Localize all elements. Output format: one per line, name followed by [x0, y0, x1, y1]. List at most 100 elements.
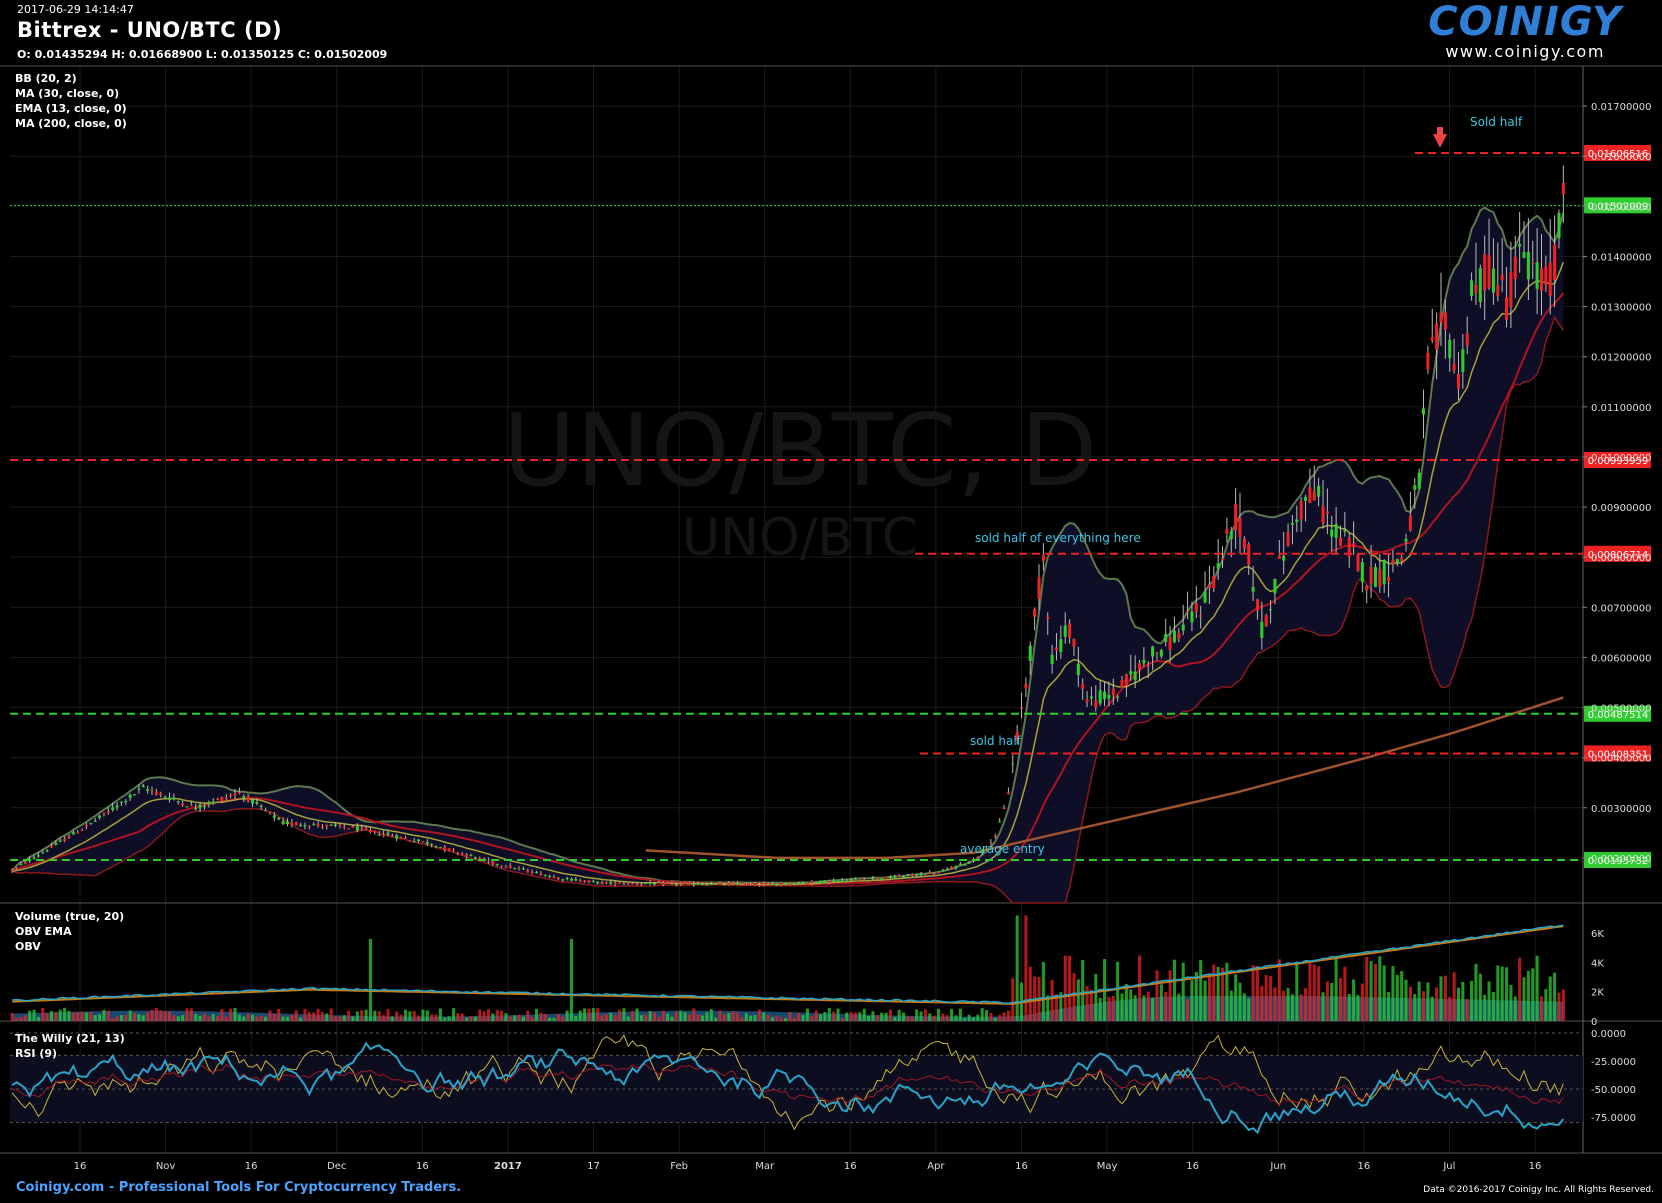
candle-down: [368, 830, 373, 832]
candle-down: [1006, 792, 1010, 795]
volume-bar: [224, 1016, 228, 1021]
volume-bar: [338, 1016, 342, 1021]
candle-down: [884, 876, 888, 879]
candle-down: [600, 882, 604, 884]
x-tick-label: Jul: [1442, 1161, 1455, 1172]
candle-down: [159, 793, 163, 795]
volume-bar: [154, 1007, 158, 1021]
candle-up: [845, 880, 849, 882]
y-tick-label: 0.00200000: [1591, 854, 1651, 865]
candle-down: [1225, 528, 1229, 534]
volume-bar: [408, 1011, 412, 1021]
candle-down: [1400, 558, 1404, 562]
x-tick-label: 16: [844, 1161, 857, 1172]
candle-down: [316, 823, 320, 826]
volume-panel: 6K 4K 2K 0: [10, 915, 1604, 1028]
volume-bar: [1308, 960, 1312, 1021]
volume-bar: [701, 1015, 705, 1021]
volume-bar: [194, 1014, 198, 1021]
volume-bar: [71, 1012, 75, 1021]
candle-down: [1137, 663, 1142, 670]
volume-bar: [652, 1012, 657, 1021]
footer-tagline[interactable]: Coinigy.com - Professional Tools For Cry…: [16, 1180, 461, 1195]
candle-up: [792, 884, 796, 886]
candle-down: [1299, 501, 1303, 520]
candle-down: [583, 880, 587, 883]
x-tick-label: 16: [1529, 1161, 1542, 1172]
volume-bar: [862, 1008, 866, 1021]
volume-bar: [609, 1012, 613, 1021]
candle-up: [172, 797, 176, 800]
candle-up: [1404, 538, 1408, 542]
candle-down: [1277, 555, 1281, 559]
candle-up: [32, 857, 36, 859]
indicator-obv-ema[interactable]: OBV EMA: [15, 925, 72, 938]
candle-down: [766, 883, 770, 885]
candle-up: [840, 879, 844, 881]
candle-down: [1054, 647, 1059, 651]
volume-bar: [285, 1016, 289, 1021]
candle-up: [1116, 696, 1120, 698]
x-tick-label: May: [1097, 1161, 1118, 1172]
indicator-rsi[interactable]: RSI (9): [15, 1047, 57, 1060]
candle-down: [517, 868, 521, 870]
candle-up: [941, 870, 945, 872]
osc-tick-label: 0.0000: [1591, 1029, 1626, 1040]
volume-bar: [1435, 987, 1439, 1021]
indicator-volume[interactable]: Volume (true, 20): [15, 910, 124, 923]
candle-down: [1312, 491, 1316, 501]
indicator-obv[interactable]: OBV: [15, 940, 41, 953]
candle-up: [622, 883, 626, 885]
candle-down: [810, 881, 814, 884]
candle-down: [84, 825, 88, 827]
candle-down: [451, 849, 456, 851]
volume-bar: [333, 1016, 338, 1021]
candle-down: [63, 838, 67, 842]
candle-up: [1159, 650, 1163, 657]
candle-down: [928, 872, 932, 874]
indicator-ma30[interactable]: MA (30, close, 0): [15, 87, 119, 100]
volume-bar: [1343, 966, 1347, 1021]
volume-bar: [399, 1014, 403, 1021]
candle-down: [10, 869, 14, 872]
candle-up: [185, 806, 189, 808]
candle-up: [867, 880, 871, 882]
indicator-bb[interactable]: BB (20, 2): [15, 72, 77, 85]
volume-bar: [1439, 976, 1443, 1021]
indicator-ma200[interactable]: MA (200, close, 0): [15, 117, 127, 130]
x-tick-label: 16: [245, 1161, 258, 1172]
candle-up: [819, 880, 823, 884]
candle-up: [1142, 659, 1146, 664]
volume-bar: [1387, 992, 1391, 1021]
volume-bar: [976, 1014, 980, 1021]
volume-bar: [229, 1008, 233, 1021]
coinigy-logo[interactable]: COINIGY www.coinigy.com: [1428, 0, 1622, 60]
candle-down: [447, 848, 451, 851]
volume-bar: [250, 1014, 255, 1021]
candle-down: [1186, 611, 1190, 613]
candle-up: [211, 801, 215, 803]
volume-bar: [368, 938, 373, 1021]
candle-up: [692, 883, 696, 886]
indicator-ema13[interactable]: EMA (13, close, 0): [15, 102, 127, 115]
candle-down: [657, 882, 661, 884]
volume-bar: [530, 1016, 534, 1021]
y-tick-label: 0.01700000: [1591, 102, 1651, 113]
volume-bar: [1452, 972, 1456, 1021]
volume-bar: [478, 1009, 482, 1021]
candle-down: [862, 879, 866, 881]
candle-up: [285, 821, 289, 824]
volume-bar: [189, 1008, 193, 1021]
y-tick-label: 0.01400000: [1591, 252, 1651, 263]
candle-up: [871, 878, 875, 880]
candle-down: [342, 827, 346, 829]
candle-down: [993, 835, 997, 837]
candle-down: [1094, 700, 1098, 708]
indicator-willy[interactable]: The Willy (21, 13): [15, 1032, 125, 1045]
volume-bar: [858, 1012, 862, 1021]
volume-bar: [587, 1008, 591, 1021]
candle-down: [950, 866, 954, 869]
volume-bar: [1081, 959, 1085, 1021]
volume-bar: [80, 1011, 84, 1021]
chart-canvas[interactable]: UNO/BTC, D UNO/BTC 0.016065160.015020090…: [0, 0, 1662, 1203]
